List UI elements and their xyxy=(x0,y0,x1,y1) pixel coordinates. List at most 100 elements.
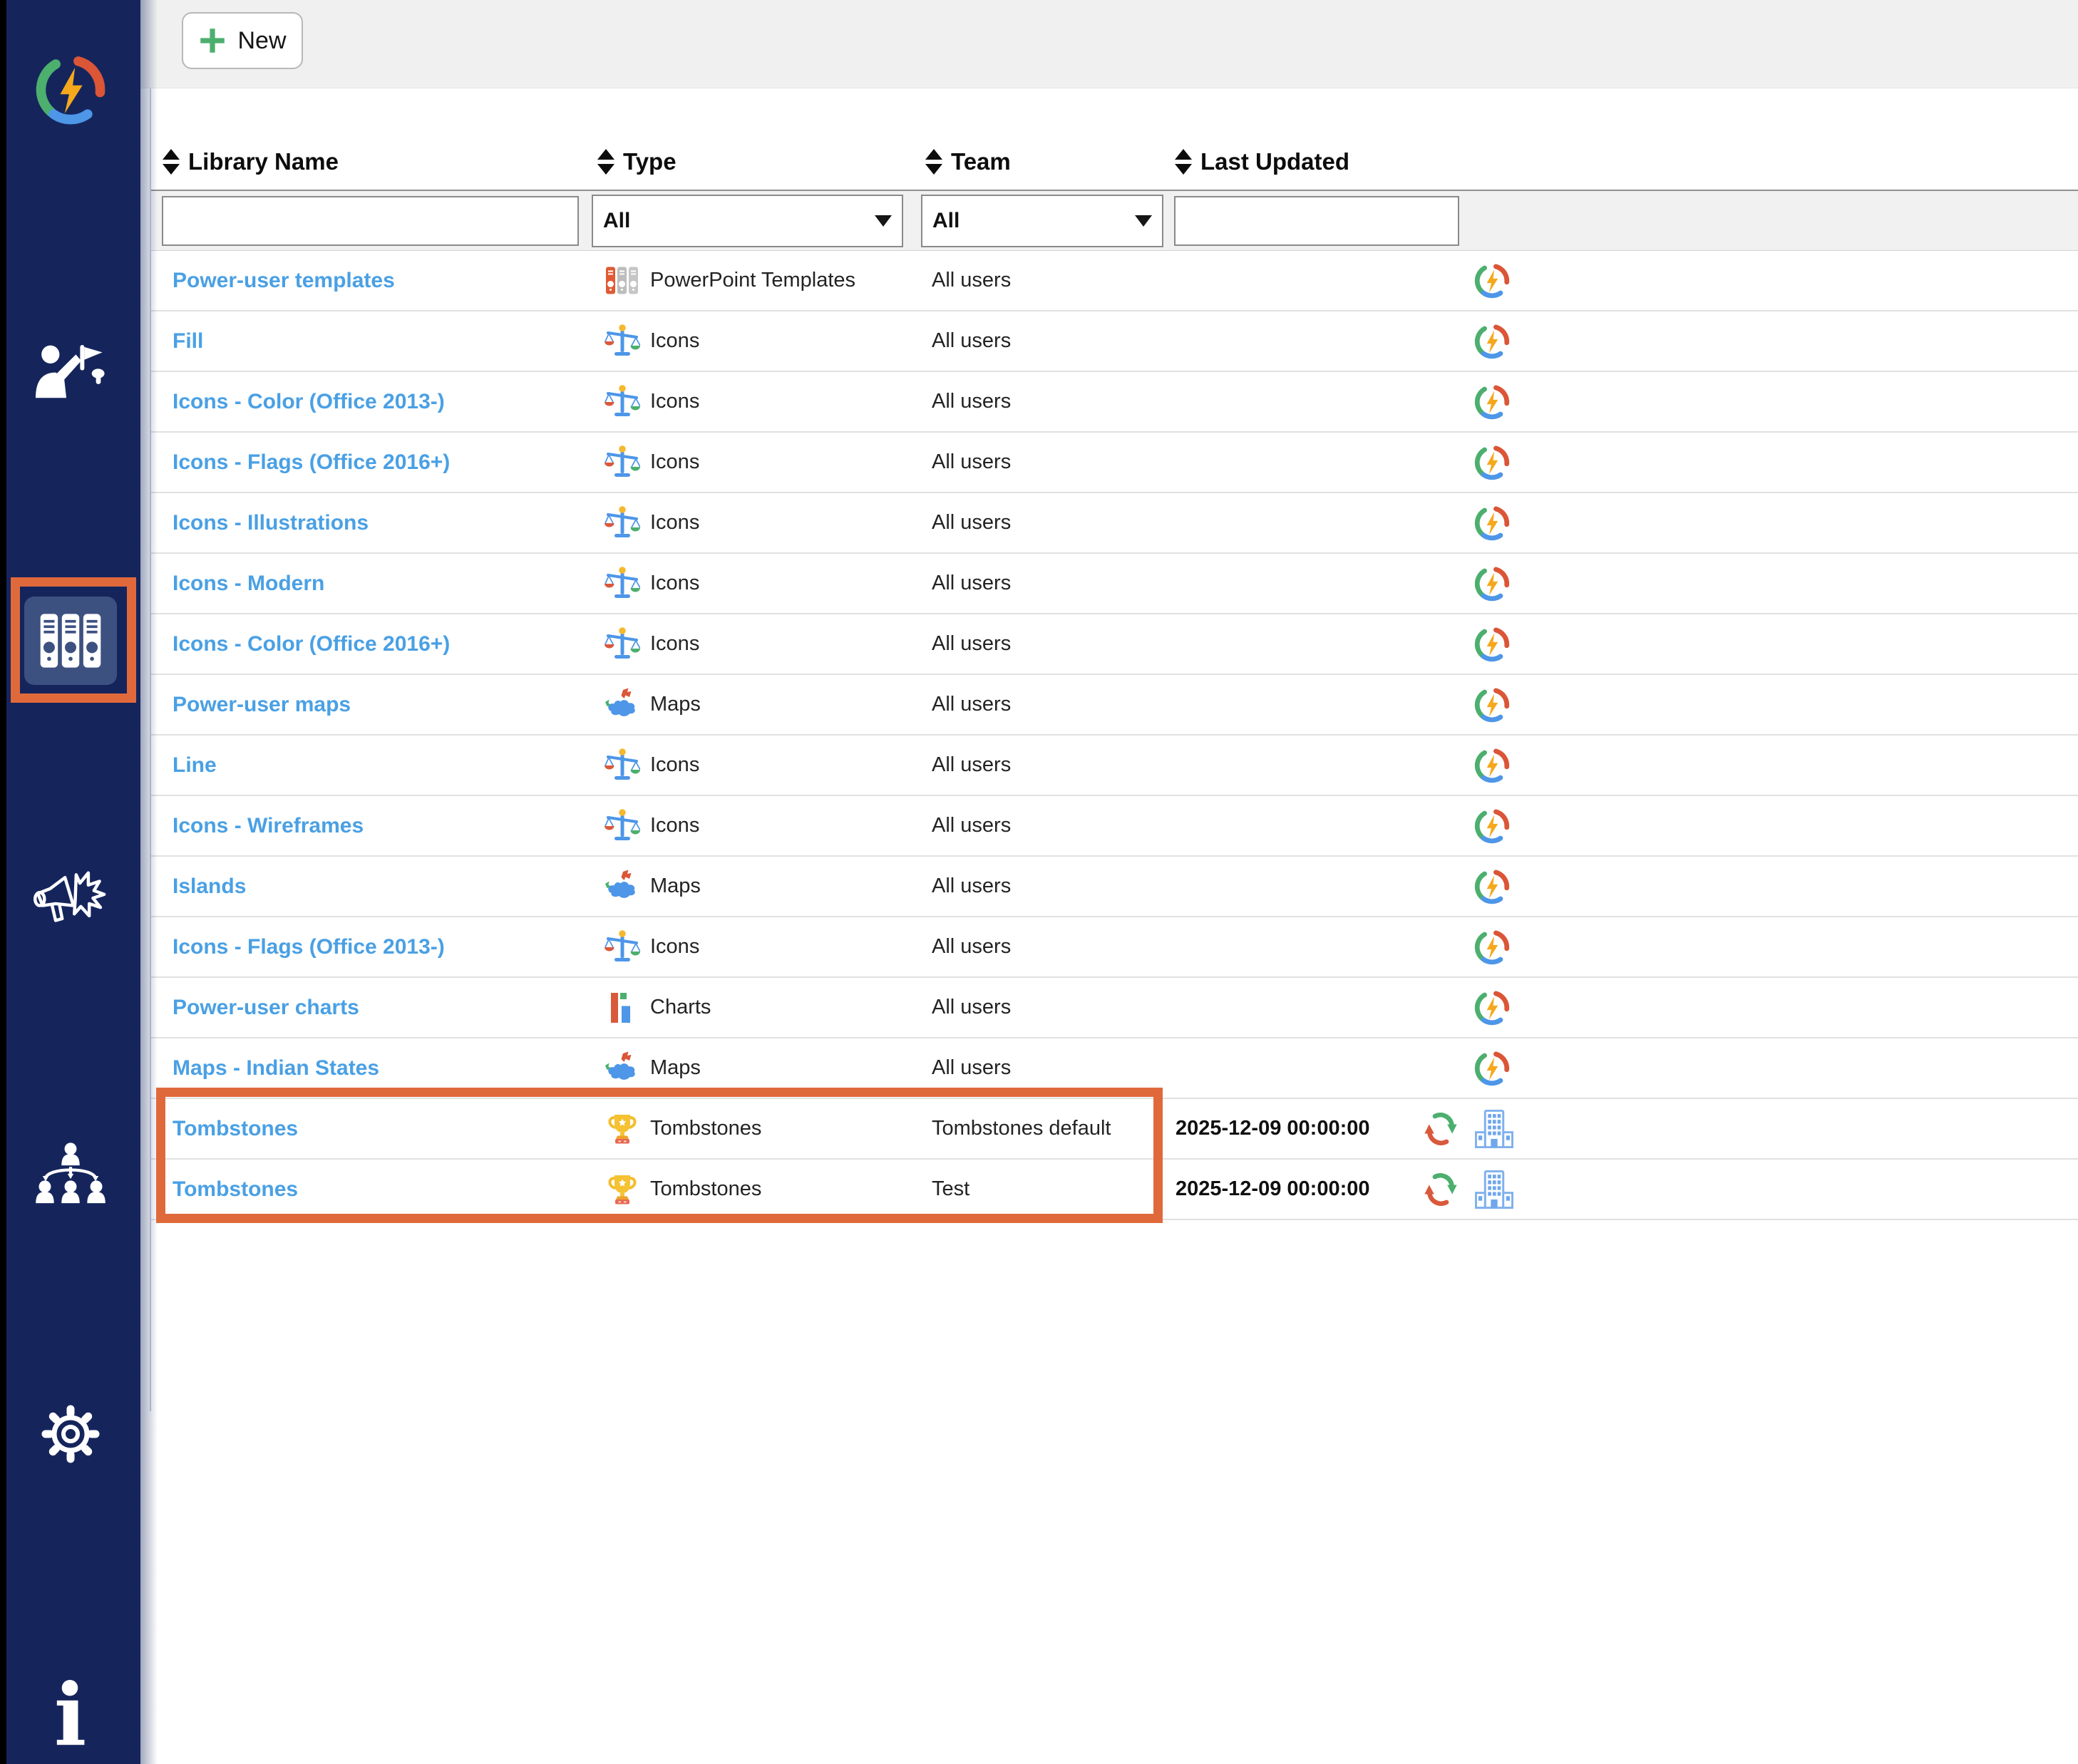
app-logo-icon[interactable] xyxy=(1473,444,1511,481)
table-row: Fill Icons All users xyxy=(151,311,2078,372)
column-header-last-updated[interactable]: Last Updated xyxy=(1174,148,1470,175)
sync-arrows-icon[interactable] xyxy=(1421,1170,1460,1209)
org-chart-icon xyxy=(33,1141,108,1211)
actions-cell xyxy=(1470,1169,2078,1210)
team-cell: All users xyxy=(921,572,1174,595)
building-icon[interactable] xyxy=(1473,1169,1515,1210)
sidebar-item-info[interactable]: i xyxy=(0,1669,140,1762)
library-name-link[interactable]: Islands xyxy=(173,875,246,898)
app-logo-icon[interactable] xyxy=(1473,747,1511,784)
sidebar-item-libraries[interactable] xyxy=(0,597,140,685)
type-cell: Icons xyxy=(592,505,921,541)
library-name-link[interactable]: Icons - Modern xyxy=(173,572,324,595)
team-cell: All users xyxy=(921,753,1174,777)
app-logo-icon xyxy=(34,53,108,127)
table-row: Icons - Illustrations Icons All users xyxy=(151,493,2078,554)
app-logo-icon[interactable] xyxy=(1473,626,1511,663)
team-label: All users xyxy=(932,572,1012,594)
library-name-link[interactable]: Icons - Color (Office 2016+) xyxy=(173,632,450,656)
library-name-link[interactable]: Line xyxy=(173,753,217,777)
table-row: Tombstones Tombstones Test 2025-12-09 00… xyxy=(151,1160,2078,1220)
sidebar-item-team-hierarchy[interactable] xyxy=(0,1139,140,1213)
table-row: Power-user maps Maps All users xyxy=(151,675,2078,736)
sort-arrows-icon[interactable] xyxy=(163,149,180,175)
charts-type-icon xyxy=(605,990,640,1026)
icons-type-icon xyxy=(605,808,640,844)
type-cell: Maps xyxy=(592,687,921,723)
type-label: Icons xyxy=(650,572,700,594)
team-label: Test xyxy=(932,1177,970,1200)
app-logo-icon[interactable] xyxy=(1473,929,1511,966)
app-logo-icon[interactable] xyxy=(1473,686,1511,723)
sync-arrows-icon[interactable] xyxy=(1421,1110,1460,1148)
library-name-cell: Line xyxy=(151,753,592,778)
type-cell: Maps xyxy=(592,869,921,904)
column-label: Library Name xyxy=(188,148,339,175)
table-body: Power-user templates PowerPoint Template… xyxy=(151,251,2078,1220)
library-name-link[interactable]: Power-user templates xyxy=(173,269,395,292)
app-logo-icon[interactable] xyxy=(1473,262,1511,299)
sidebar-item-settings[interactable] xyxy=(0,1398,140,1470)
sort-arrows-icon[interactable] xyxy=(1175,149,1192,175)
library-name-link[interactable]: Icons - Color (Office 2013-) xyxy=(173,390,445,413)
app-logo-icon[interactable] xyxy=(1473,989,1511,1026)
table-row: Icons - Color (Office 2013-) Icons All u… xyxy=(151,372,2078,433)
team-cell: All users xyxy=(921,390,1174,413)
library-name-link[interactable]: Power-user maps xyxy=(173,693,351,716)
sidebar-item-app-logo[interactable] xyxy=(0,51,140,128)
type-cell: Icons xyxy=(592,384,921,420)
app-logo-icon[interactable] xyxy=(1473,383,1511,421)
column-header-library-name[interactable]: Library Name xyxy=(151,148,592,175)
column-header-team[interactable]: Team xyxy=(921,148,1174,175)
library-name-link[interactable]: Power-user charts xyxy=(173,996,359,1019)
left-edge-strip xyxy=(0,0,6,1764)
library-name-link[interactable]: Fill xyxy=(173,329,203,353)
team-filter-select[interactable]: All xyxy=(921,194,1163,247)
app-logo-icon[interactable] xyxy=(1473,323,1511,360)
last-updated-cell: 2025-12-09 00:00:00 xyxy=(1174,1170,1470,1209)
type-label: Icons xyxy=(650,935,700,958)
library-name-link[interactable]: Tombstones xyxy=(173,1117,298,1140)
table-row: Power-user charts Charts All users xyxy=(151,978,2078,1038)
sidebar-item-presenter[interactable] xyxy=(0,341,140,415)
team-cell: All users xyxy=(921,875,1174,898)
column-header-type[interactable]: Type xyxy=(592,148,921,175)
table-row: Icons - Wireframes Icons All users xyxy=(151,796,2078,857)
sort-arrows-icon[interactable] xyxy=(925,149,942,175)
icons-type-icon xyxy=(605,929,640,965)
table-row: Icons - Flags (Office 2016+) Icons All u… xyxy=(151,433,2078,493)
app-logo-icon[interactable] xyxy=(1473,1050,1511,1087)
team-filter: All xyxy=(921,194,1163,247)
team-cell: All users xyxy=(921,693,1174,716)
library-name-link[interactable]: Icons - Flags (Office 2013-) xyxy=(173,935,445,959)
library-name-filter-input[interactable] xyxy=(162,195,579,246)
type-filter-select[interactable]: All xyxy=(592,194,903,247)
app-logo-icon[interactable] xyxy=(1473,505,1511,542)
sort-arrows-icon[interactable] xyxy=(597,149,614,175)
app-logo-icon[interactable] xyxy=(1473,808,1511,845)
actions-cell xyxy=(1470,323,2078,360)
library-name-cell: Islands xyxy=(151,875,592,899)
team-label: All users xyxy=(932,814,1012,837)
type-label: Icons xyxy=(650,632,700,655)
sidebar-item-announcements[interactable] xyxy=(0,864,140,938)
icons-type-icon xyxy=(605,566,640,602)
type-label: Icons xyxy=(650,450,700,473)
library-name-link[interactable]: Tombstones xyxy=(173,1177,298,1201)
library-name-link[interactable]: Icons - Flags (Office 2016+) xyxy=(173,450,450,474)
library-name-cell: Power-user templates xyxy=(151,269,592,293)
maps-type-icon xyxy=(605,869,640,904)
last-updated-filter-input[interactable] xyxy=(1174,195,1459,246)
building-icon[interactable] xyxy=(1473,1108,1515,1150)
library-name-link[interactable]: Icons - Illustrations xyxy=(173,511,369,535)
library-name-link[interactable]: Maps - Indian States xyxy=(173,1056,379,1080)
app-logo-icon[interactable] xyxy=(1473,868,1511,905)
type-label: Icons xyxy=(650,814,700,837)
libraries-table: Library Name Type Team Last Updated All … xyxy=(150,88,2078,1411)
app-logo-icon[interactable] xyxy=(1473,565,1511,602)
team-cell: Tombstones default xyxy=(921,1117,1174,1140)
new-button[interactable]: New xyxy=(182,12,303,69)
team-cell: All users xyxy=(921,269,1174,292)
library-name-link[interactable]: Icons - Wireframes xyxy=(173,814,364,837)
team-cell: All users xyxy=(921,1056,1174,1080)
